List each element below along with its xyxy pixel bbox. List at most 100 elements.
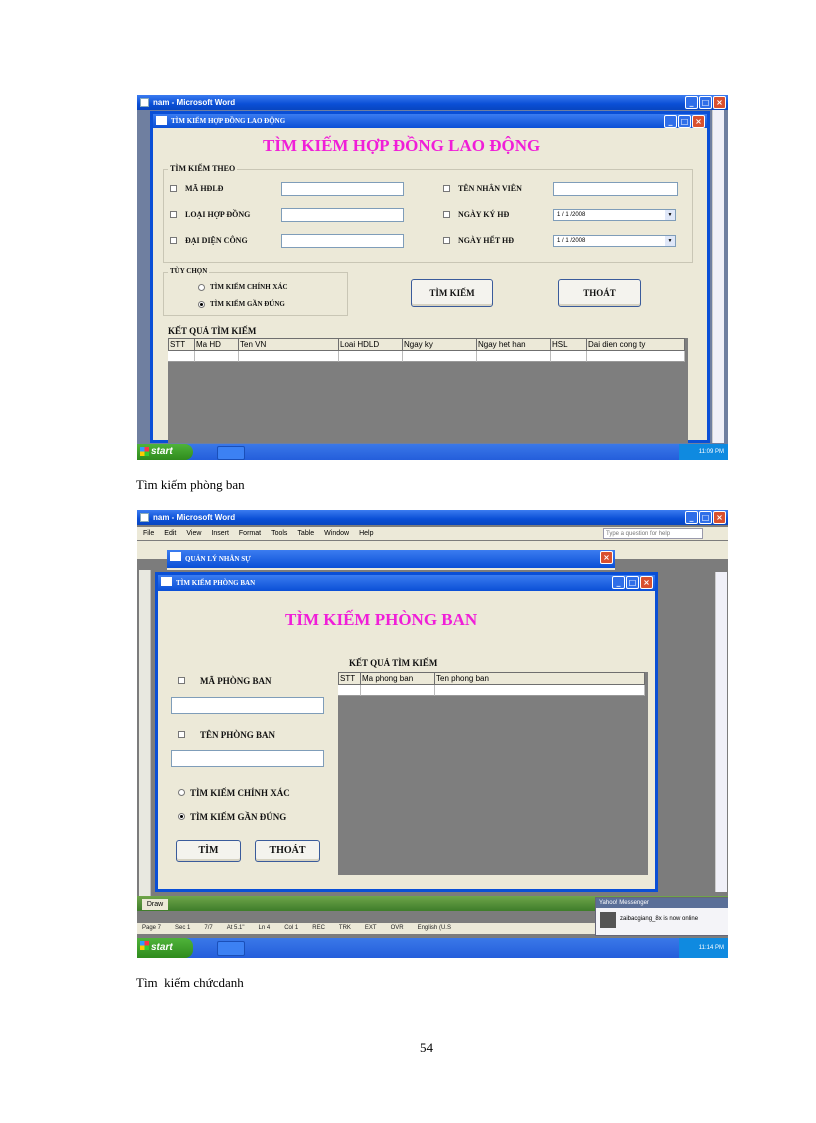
- ten-nhan-vien-input[interactable]: [553, 182, 678, 196]
- table-row[interactable]: [338, 685, 645, 696]
- column-header[interactable]: Ten phong ban: [435, 672, 645, 685]
- table-cell[interactable]: [338, 685, 361, 696]
- column-header[interactable]: Ma phong ban: [361, 672, 435, 685]
- close-icon[interactable]: ×: [713, 96, 726, 109]
- table-cell[interactable]: [195, 351, 239, 362]
- loai-hop-dong-input[interactable]: [281, 208, 404, 222]
- table-cell[interactable]: [168, 351, 195, 362]
- minimize-icon[interactable]: _: [685, 511, 698, 524]
- ma-hdld-checkbox[interactable]: [170, 185, 177, 192]
- results-label: KẾT QUẢ TÌM KIẾM: [168, 326, 257, 336]
- chevron-down-icon[interactable]: ▼: [665, 236, 675, 246]
- draw-button[interactable]: Draw: [142, 899, 168, 910]
- search-button[interactable]: TÌM: [176, 840, 241, 862]
- column-header[interactable]: STT: [338, 672, 361, 685]
- exact-radio[interactable]: [178, 789, 185, 796]
- column-header[interactable]: Ma HD: [195, 338, 239, 351]
- exact-radio[interactable]: [198, 284, 205, 291]
- ten-phong-ban-input[interactable]: [171, 750, 324, 767]
- messenger-popup[interactable]: Yahoo! Messenger zaibacgiang_8x is now o…: [595, 897, 728, 936]
- exit-button[interactable]: THOÁT: [558, 279, 641, 307]
- ma-hdld-input[interactable]: [281, 182, 404, 196]
- table-row[interactable]: [168, 351, 685, 362]
- menu-item-edit[interactable]: Edit: [164, 530, 176, 537]
- results-header: STT Ma phong ban Ten phong ban: [338, 672, 645, 685]
- word-scrollbar[interactable]: [715, 572, 727, 892]
- ten-phong-ban-checkbox[interactable]: [178, 731, 185, 738]
- close-icon[interactable]: ×: [640, 576, 653, 589]
- start-button[interactable]: start: [137, 444, 193, 460]
- loai-hop-dong-checkbox[interactable]: [170, 211, 177, 218]
- menu-item-table[interactable]: Table: [297, 530, 314, 537]
- ngay-ky-datepicker[interactable]: 1 / 1 /2008 ▼: [553, 209, 676, 221]
- column-header[interactable]: Ten VN: [239, 338, 339, 351]
- messenger-text: zaibacgiang_8x is now online: [620, 916, 699, 922]
- dai-dien-cong-input[interactable]: [281, 234, 404, 248]
- search-button[interactable]: TÌM KIẾM: [411, 279, 493, 307]
- menu-item-help[interactable]: Help: [359, 530, 373, 537]
- approx-radio[interactable]: [178, 813, 185, 820]
- table-cell[interactable]: [435, 685, 645, 696]
- column-header[interactable]: Loai HDLD: [339, 338, 403, 351]
- ngay-ky-checkbox[interactable]: [443, 211, 450, 218]
- loai-hop-dong-label: LOẠI HỢP ĐỒNG: [185, 210, 251, 219]
- minimize-icon[interactable]: _: [612, 576, 625, 589]
- table-cell[interactable]: [403, 351, 477, 362]
- screenshot-phong-ban: nam - Microsoft Word _ □ × File Edit View Ins…: [137, 510, 728, 958]
- results-grid[interactable]: STT Ma phong ban Ten phong ban: [338, 672, 648, 875]
- table-cell[interactable]: [551, 351, 587, 362]
- close-icon[interactable]: ×: [713, 511, 726, 524]
- maximize-icon[interactable]: □: [626, 576, 639, 589]
- ma-phong-ban-checkbox[interactable]: [178, 677, 185, 684]
- minimize-icon[interactable]: _: [664, 115, 677, 128]
- column-header[interactable]: STT: [168, 338, 195, 351]
- table-cell[interactable]: [239, 351, 339, 362]
- dialog-phong-ban: TÌM KIẾM PHÒNG BAN _ □ × TÌM KIẾM PHÒNG BA…: [155, 572, 658, 892]
- column-header[interactable]: Dai dien cong ty: [587, 338, 685, 351]
- ma-phong-ban-input[interactable]: [171, 697, 324, 714]
- maximize-icon[interactable]: □: [699, 96, 712, 109]
- search-by-label: TÌM KIẾM THEO: [168, 164, 238, 173]
- table-cell[interactable]: [587, 351, 685, 362]
- maximize-icon[interactable]: □: [699, 511, 712, 524]
- word-scrollbar[interactable]: [712, 110, 724, 443]
- close-icon[interactable]: ×: [600, 551, 613, 564]
- status-item: REC: [312, 925, 325, 931]
- close-icon[interactable]: ×: [692, 115, 705, 128]
- results-grid[interactable]: STT Ma HD Ten VN Loai HDLD Ngay ky Ngay het h…: [168, 338, 688, 443]
- table-cell[interactable]: [361, 685, 435, 696]
- dai-dien-cong-label: ĐẠI DIỆN CÔNG: [185, 236, 248, 245]
- menu-item-view[interactable]: View: [186, 530, 201, 537]
- help-search-input[interactable]: Type a question for help: [603, 528, 703, 539]
- dai-dien-cong-checkbox[interactable]: [170, 237, 177, 244]
- dialog-title: TÌM KIẾM PHÒNG BAN: [176, 579, 256, 587]
- menu-item-window[interactable]: Window: [324, 530, 349, 537]
- taskbar-item[interactable]: [217, 941, 245, 956]
- vertical-ruler: [139, 570, 151, 900]
- minimize-icon[interactable]: _: [685, 96, 698, 109]
- system-tray: 11:14 PM: [678, 938, 728, 958]
- menu-item-file[interactable]: File: [143, 530, 154, 537]
- word-title: nam - Microsoft Word: [153, 513, 236, 522]
- column-header[interactable]: Ngay het han: [477, 338, 551, 351]
- screenshot-hop-dong: nam - Microsoft Word _ □ × TÌM KIẾM HỢP ĐỒ…: [137, 95, 728, 460]
- menu-item-tools[interactable]: Tools: [271, 530, 287, 537]
- ngay-het-datepicker[interactable]: 1 / 1 /2008 ▼: [553, 235, 676, 247]
- maximize-icon[interactable]: □: [678, 115, 691, 128]
- column-header[interactable]: HSL: [551, 338, 587, 351]
- dialog-icon: [156, 116, 167, 125]
- approx-radio[interactable]: [198, 301, 205, 308]
- start-button[interactable]: start: [137, 938, 193, 958]
- menu-item-format[interactable]: Format: [239, 530, 261, 537]
- menu-item-insert[interactable]: Insert: [211, 530, 229, 537]
- taskbar-item[interactable]: [217, 446, 245, 460]
- table-cell[interactable]: [339, 351, 403, 362]
- dialog-icon: [161, 577, 172, 586]
- table-cell[interactable]: [477, 351, 551, 362]
- ngay-het-checkbox[interactable]: [443, 237, 450, 244]
- column-header[interactable]: Ngay ky: [403, 338, 477, 351]
- chevron-down-icon[interactable]: ▼: [665, 210, 675, 220]
- exit-button[interactable]: THOÁT: [255, 840, 320, 862]
- word-title-bar: nam - Microsoft Word _ □ ×: [137, 510, 728, 525]
- ten-nhan-vien-checkbox[interactable]: [443, 185, 450, 192]
